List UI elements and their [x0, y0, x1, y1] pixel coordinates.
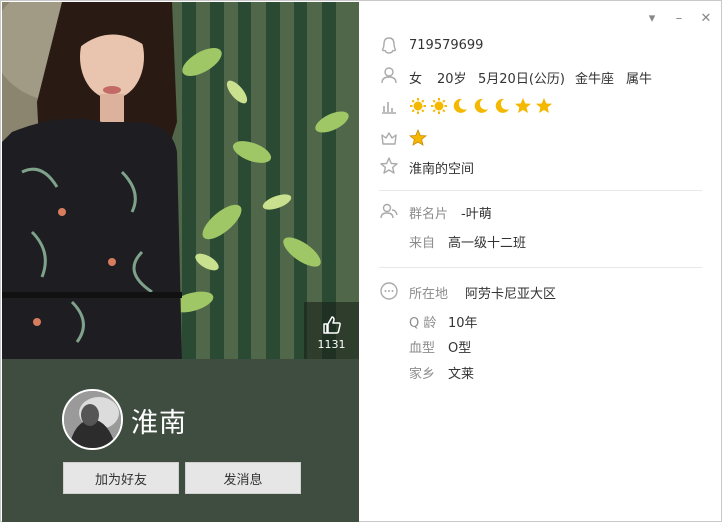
moon-icon [493, 97, 511, 115]
more-icon [380, 282, 398, 300]
like-button[interactable]: 1131 [304, 302, 359, 359]
group-card-value: -叶萌 [461, 207, 492, 222]
star-outline-icon [380, 157, 398, 174]
nickname: 淮南 [131, 408, 187, 439]
menu-dropdown-button[interactable]: ▾ [643, 9, 661, 27]
vip-star-icon[interactable] [409, 129, 427, 147]
qq-number[interactable]: 719579699 [409, 38, 483, 53]
blood-type-label: 血型 [409, 341, 436, 356]
minimize-icon: – [675, 10, 683, 26]
chinese-zodiac: 属牛 [626, 72, 653, 87]
gender: 女 [409, 72, 423, 87]
qq-level[interactable] [409, 97, 553, 115]
chevron-down-icon: ▾ [648, 10, 656, 26]
send-message-button[interactable]: 发消息 [185, 462, 301, 494]
location-value: 阿劳卡尼亚大区 [465, 287, 557, 302]
divider [379, 190, 702, 191]
age: 20岁 [437, 72, 467, 87]
blood-type-value: O型 [448, 341, 472, 356]
minimize-button[interactable]: – [670, 9, 688, 27]
qage-value: 10年 [448, 316, 478, 331]
qage-label: Q 龄 [409, 316, 437, 331]
location-label: 所在地 [409, 287, 449, 302]
penguin-icon [381, 37, 397, 54]
qzone-link[interactable]: 淮南的空间 [409, 158, 474, 177]
star-icon [514, 97, 532, 115]
birthday: 5月20日(公历) [478, 72, 565, 87]
group-from-value[interactable]: 高一级十二班 [448, 232, 526, 251]
avatar[interactable] [62, 389, 123, 450]
group-card-icon [380, 203, 398, 219]
hometown-value: 文莱 [448, 367, 475, 382]
moon-icon [472, 97, 490, 115]
close-button[interactable]: ✕ [697, 9, 715, 27]
profile-card-window: 1131 淮南 加为好友 发消息 ▾ – ✕ 719579699 女 20岁 5… [0, 0, 722, 522]
like-count: 1131 [317, 338, 346, 351]
hometown-label: 家乡 [409, 367, 436, 382]
zodiac: 金牛座 [575, 72, 615, 87]
thumbs-up-icon [322, 316, 341, 334]
sun-icon [409, 97, 427, 115]
divider [379, 267, 702, 268]
profile-left-panel: 1131 淮南 加为好友 发消息 [2, 2, 359, 522]
user-icon [381, 67, 397, 84]
level-chart-icon [382, 102, 396, 114]
moon-icon [451, 97, 469, 115]
add-friend-button[interactable]: 加为好友 [63, 462, 179, 494]
sun-icon [430, 97, 448, 115]
star-icon [535, 97, 553, 115]
crown-icon [381, 132, 397, 145]
close-icon: ✕ [700, 10, 712, 26]
group-card-label: 群名片 [409, 207, 449, 222]
avatar-image [64, 391, 121, 448]
group-from-label: 来自 [409, 236, 436, 251]
